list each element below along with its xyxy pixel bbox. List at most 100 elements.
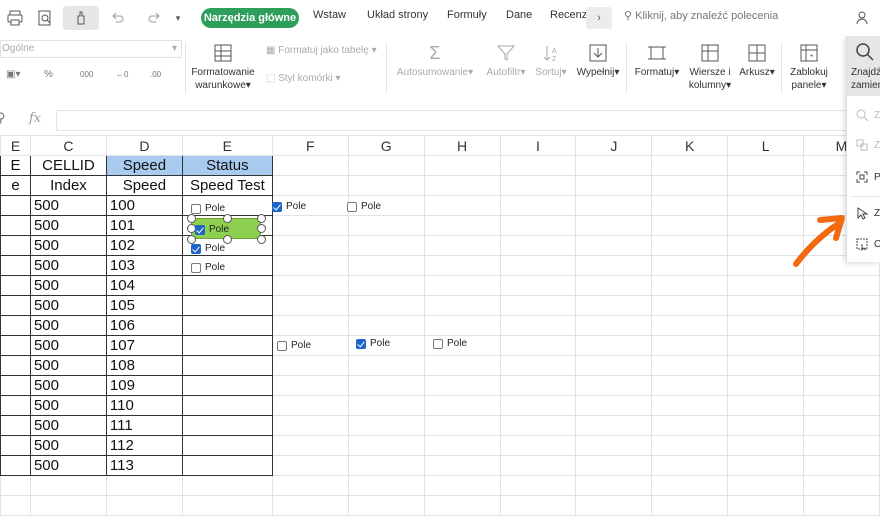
cell[interactable] — [803, 395, 880, 416]
cell[interactable] — [0, 275, 31, 296]
format-as-table-button[interactable]: ▦ Formatuj jako tabelę ▾ — [266, 44, 377, 57]
cell[interactable]: 113 — [105, 455, 183, 476]
cell[interactable]: 111 — [105, 415, 183, 436]
column-header[interactable]: C — [29, 135, 107, 156]
cell[interactable] — [347, 275, 425, 296]
cell[interactable] — [651, 455, 729, 476]
tab-insert[interactable]: Wstaw — [313, 9, 346, 21]
column-header[interactable]: I — [499, 135, 577, 156]
form-checkbox[interactable]: Pole — [195, 224, 229, 235]
share-user-icon[interactable] — [850, 6, 876, 30]
cell[interactable] — [651, 235, 729, 256]
cell[interactable] — [803, 295, 880, 316]
cell[interactable]: 500 — [29, 275, 107, 296]
cell[interactable] — [803, 335, 880, 356]
cell[interactable] — [727, 335, 805, 356]
cell[interactable] — [727, 395, 805, 416]
cell[interactable] — [651, 215, 729, 236]
cell[interactable] — [727, 415, 805, 436]
cell[interactable] — [423, 155, 501, 176]
cell[interactable]: 500 — [29, 435, 107, 456]
cell[interactable] — [423, 355, 501, 376]
cell[interactable] — [803, 415, 880, 436]
cell[interactable] — [575, 495, 653, 516]
cell[interactable] — [0, 395, 31, 416]
cell[interactable] — [271, 355, 349, 376]
cell[interactable] — [347, 395, 425, 416]
cell[interactable]: 101 — [105, 215, 183, 236]
cell[interactable] — [575, 175, 653, 196]
cell[interactable] — [0, 335, 31, 356]
tab-page-layout[interactable]: Układ strony — [367, 9, 428, 21]
cell[interactable] — [575, 395, 653, 416]
tab-home[interactable]: Narzędzia główne — [201, 8, 299, 28]
cell[interactable] — [499, 335, 577, 356]
cell[interactable] — [271, 375, 349, 396]
cell[interactable] — [423, 375, 501, 396]
cell[interactable]: 500 — [29, 255, 107, 276]
cell[interactable]: 500 — [29, 395, 107, 416]
rows-columns-button[interactable]: Wiersze i kolumny▾ — [686, 43, 734, 92]
cell[interactable] — [803, 275, 880, 296]
cell[interactable] — [423, 455, 501, 476]
cell[interactable] — [347, 355, 425, 376]
cell[interactable] — [575, 235, 653, 256]
cell[interactable] — [499, 475, 577, 496]
cell[interactable] — [0, 455, 31, 476]
pane-goto-item[interactable]: P — [855, 170, 880, 184]
cell[interactable] — [499, 295, 577, 316]
cell[interactable] — [499, 315, 577, 336]
cell[interactable] — [651, 195, 729, 216]
resize-handle[interactable] — [257, 224, 266, 233]
redo-icon[interactable] — [141, 6, 167, 30]
cell[interactable] — [651, 415, 729, 436]
cell[interactable]: Speed — [105, 175, 183, 196]
cell[interactable] — [727, 275, 805, 296]
cell[interactable] — [347, 475, 425, 496]
cell[interactable]: 107 — [105, 335, 183, 356]
column-header[interactable]: G — [347, 135, 425, 156]
formula-input[interactable] — [56, 110, 856, 131]
cell[interactable]: 500 — [29, 235, 107, 256]
cell[interactable] — [0, 215, 31, 236]
cell[interactable] — [499, 435, 577, 456]
cell[interactable] — [651, 315, 729, 336]
form-checkbox[interactable]: Pole — [277, 340, 311, 351]
cell[interactable] — [651, 335, 729, 356]
cell[interactable] — [499, 275, 577, 296]
cell[interactable] — [727, 375, 805, 396]
cell[interactable] — [803, 375, 880, 396]
cell[interactable] — [727, 355, 805, 376]
cell[interactable]: 105 — [105, 295, 183, 316]
cell[interactable] — [727, 495, 805, 516]
cell[interactable] — [347, 215, 425, 236]
cell[interactable] — [727, 455, 805, 476]
cell[interactable]: E — [0, 155, 31, 176]
cell[interactable]: Speed Test — [181, 175, 273, 196]
cell[interactable] — [727, 155, 805, 176]
cell[interactable] — [499, 255, 577, 276]
cell[interactable] — [499, 355, 577, 376]
fx-icon[interactable]: fx — [29, 111, 41, 126]
column-header[interactable]: H — [423, 135, 501, 156]
cell[interactable] — [347, 315, 425, 336]
column-header[interactable]: F — [271, 135, 349, 156]
cell[interactable] — [271, 415, 349, 436]
cell[interactable] — [499, 175, 577, 196]
cell[interactable] — [181, 355, 273, 376]
cell[interactable] — [575, 155, 653, 176]
cell[interactable] — [271, 155, 349, 176]
cell[interactable] — [181, 295, 273, 316]
cell[interactable] — [0, 195, 31, 216]
cell[interactable]: 102 — [105, 235, 183, 256]
column-header[interactable]: L — [727, 135, 805, 156]
cell[interactable] — [271, 215, 349, 236]
cell[interactable]: 100 — [105, 195, 183, 216]
cell[interactable] — [651, 275, 729, 296]
cell[interactable] — [347, 455, 425, 476]
cell[interactable] — [651, 255, 729, 276]
currency-format-icon[interactable]: ▣▾ — [6, 68, 20, 81]
cell[interactable]: 500 — [29, 335, 107, 356]
cell[interactable] — [0, 475, 31, 496]
cell[interactable] — [271, 295, 349, 316]
